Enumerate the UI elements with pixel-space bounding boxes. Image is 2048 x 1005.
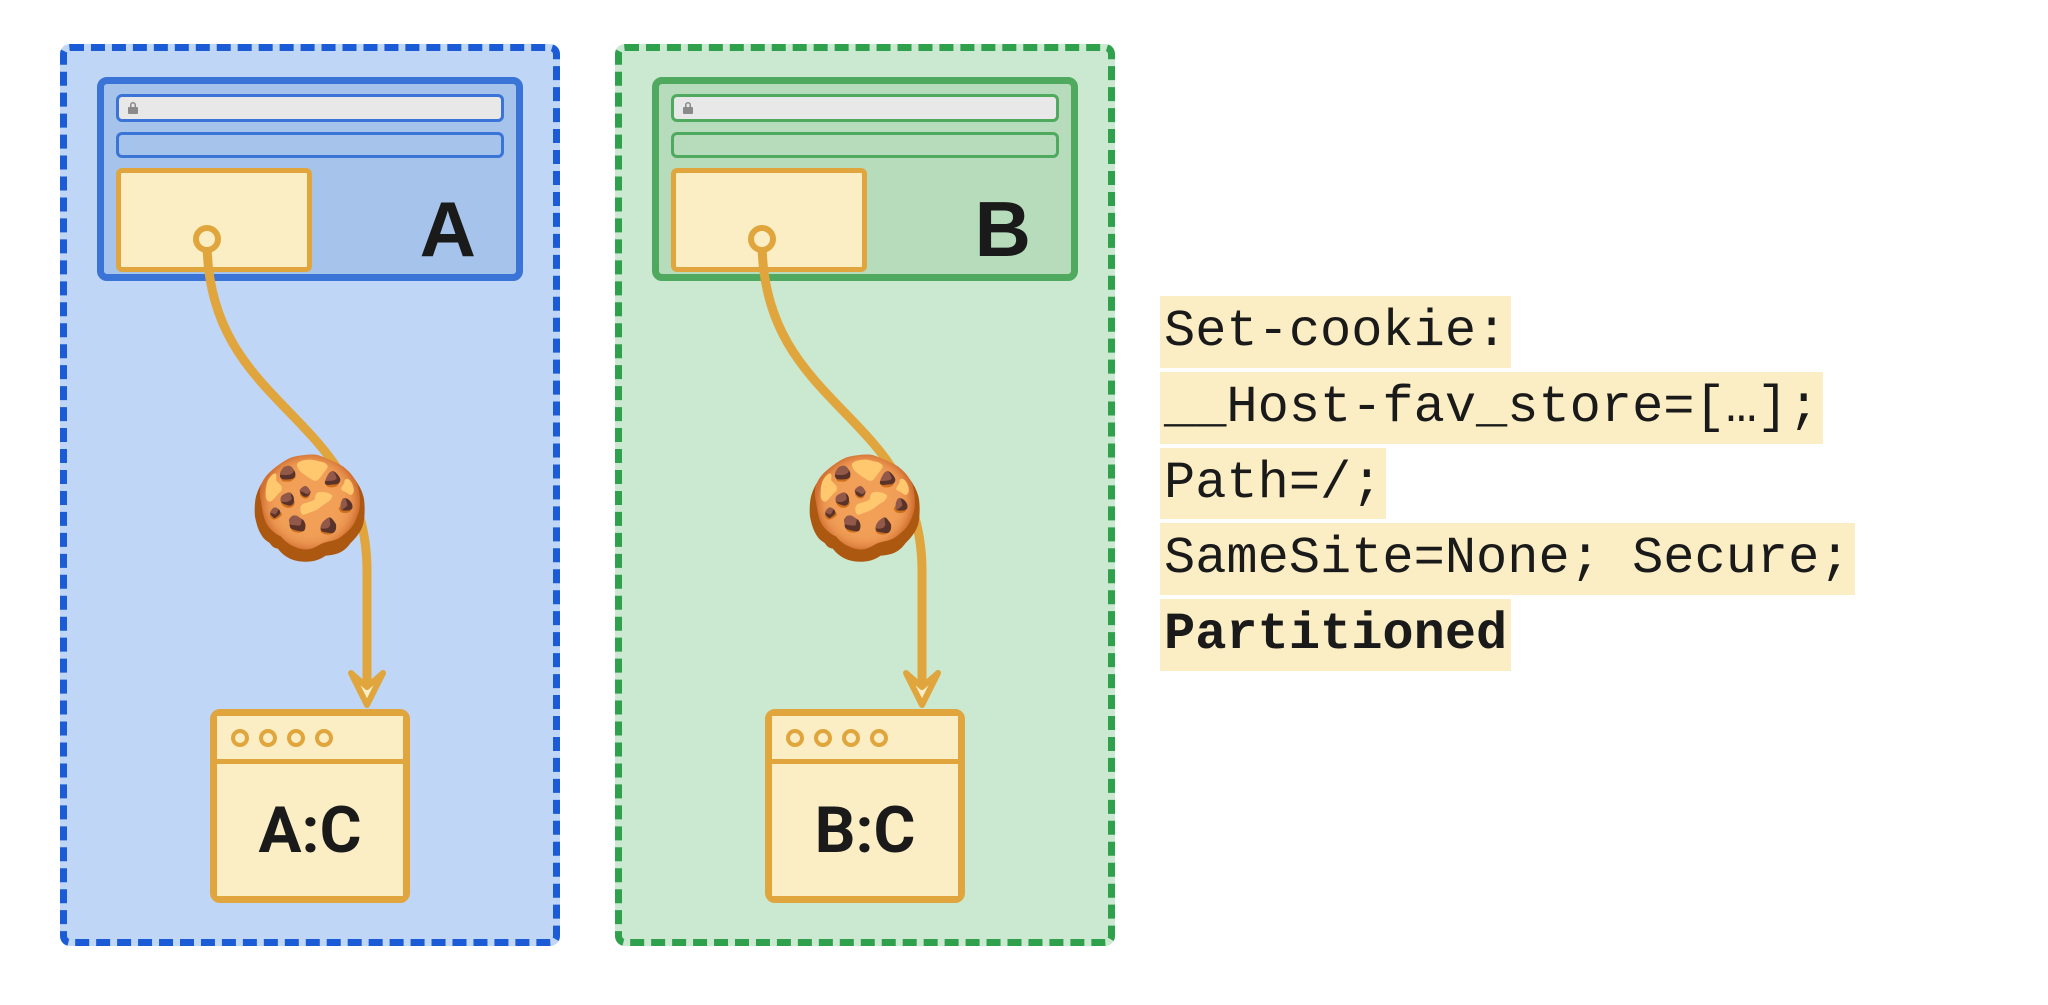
jar-titlebar-b [772, 716, 958, 764]
code-line-1: Set-cookie: [1160, 296, 1511, 368]
http-header-code: Set-cookie: __Host-fav_store=[…]; Path=/… [1160, 296, 1855, 675]
code-line-4: SameSite=None; Secure; [1160, 523, 1855, 595]
partition-b: B 🍪 B:C [615, 44, 1115, 946]
code-line-3: Path=/; [1160, 448, 1386, 520]
jar-dot [315, 729, 333, 747]
jar-label-a: A:C [259, 793, 362, 868]
jar-label-b: B:C [815, 793, 916, 868]
code-line-5: Partitioned [1160, 599, 1511, 671]
cookie-icon: 🍪 [248, 459, 373, 559]
site-label-a: A [420, 184, 476, 275]
jar-dot [842, 729, 860, 747]
jar-dot [870, 729, 888, 747]
site-label-b: B [975, 184, 1031, 275]
jar-body-a: A:C [217, 764, 403, 896]
toolbar-b [671, 132, 1059, 158]
jar-dot [259, 729, 277, 747]
address-bar-b [671, 94, 1059, 122]
lock-icon [127, 101, 139, 115]
jar-dot [287, 729, 305, 747]
jar-dot [231, 729, 249, 747]
code-line-2: __Host-fav_store=[…]; [1160, 372, 1823, 444]
lock-icon [682, 101, 694, 115]
jar-titlebar-a [217, 716, 403, 764]
cookie-jar-a: A:C [210, 709, 410, 903]
cookie-jar-b: B:C [765, 709, 965, 903]
partition-a: A 🍪 A:C [60, 44, 560, 946]
jar-dot [814, 729, 832, 747]
embedded-frame-b [671, 168, 867, 272]
diagram-canvas: A 🍪 A:C B [0, 0, 2048, 1005]
address-bar-a [116, 94, 504, 122]
toolbar-a [116, 132, 504, 158]
jar-dot [786, 729, 804, 747]
browser-window-b: B [652, 77, 1078, 281]
browser-window-a: A [97, 77, 523, 281]
cookie-icon: 🍪 [803, 459, 928, 559]
embedded-frame-a [116, 168, 312, 272]
jar-body-b: B:C [772, 764, 958, 896]
